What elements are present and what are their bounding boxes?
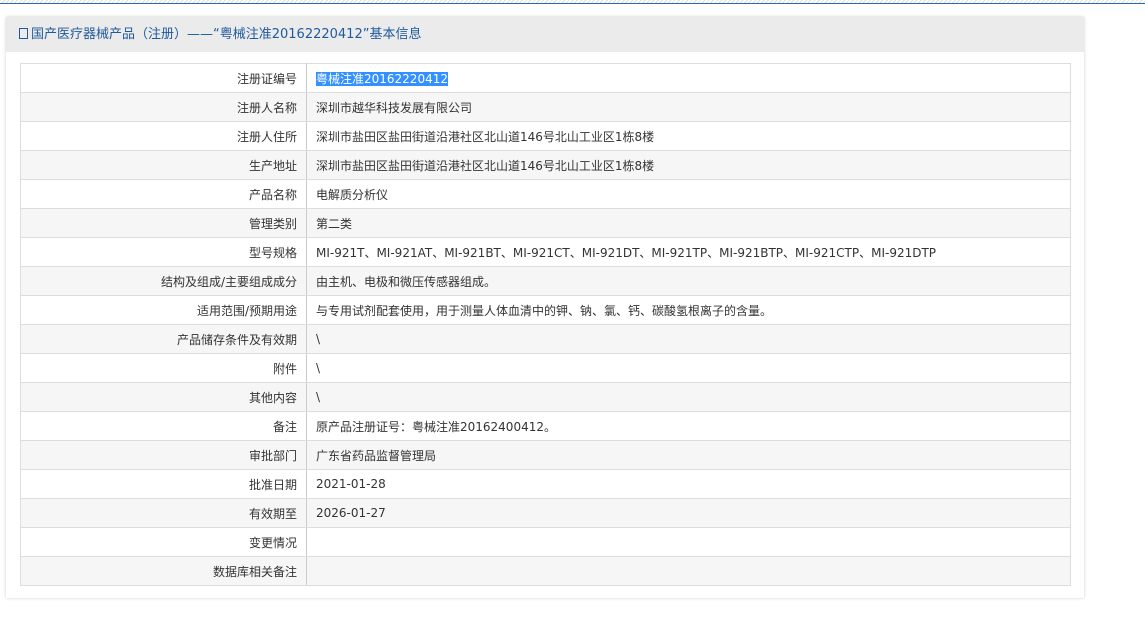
table-row: 附件 \	[20, 353, 1071, 383]
field-value: 电解质分析仪	[306, 179, 1071, 209]
field-value-text: \	[316, 361, 321, 375]
table-row: 数据库相关备注	[20, 556, 1071, 586]
field-value: \	[306, 353, 1071, 383]
info-table: 注册证编号 粤械注准20162220412 注册人名称 深圳市越华科技发展有限公司 注册…	[20, 63, 1071, 586]
field-value: 深圳市盐田区盐田街道沿港社区北山道146号北山工业区1栋8楼	[306, 121, 1071, 151]
field-label: 产品储存条件及有效期	[20, 324, 307, 354]
field-value: 2026-01-27	[306, 498, 1071, 528]
field-value-text: \	[316, 390, 321, 404]
table-row: 产品储存条件及有效期 \	[20, 324, 1071, 354]
field-value: 2021-01-28	[306, 469, 1071, 499]
field-value-text: 深圳市盐田区盐田街道沿港社区北山道146号北山工业区1栋8楼	[316, 158, 655, 173]
field-label: 有效期至	[20, 498, 307, 528]
field-label: 注册人名称	[20, 92, 307, 122]
table-row: 注册证编号 粤械注准20162220412	[20, 63, 1071, 93]
field-label: 数据库相关备注	[20, 556, 307, 586]
field-value-text: 2021-01-28	[316, 477, 386, 491]
field-value-text: MI-921T、MI-921AT、MI-921BT、MI-921CT、MI-92…	[316, 245, 937, 260]
table-row: 有效期至 2026-01-27	[20, 498, 1071, 528]
table-row: 其他内容 \	[20, 382, 1071, 412]
field-value-text: 2026-01-27	[316, 506, 386, 520]
field-label: 适用范围/预期用途	[20, 295, 307, 325]
field-label: 备注	[20, 411, 307, 441]
field-value: 原产品注册证号：粤械注准20162400412。	[306, 411, 1071, 441]
field-value-text: 粤械注准20162220412	[316, 71, 448, 86]
field-value: 广东省药品监督管理局	[306, 440, 1071, 470]
field-value: \	[306, 382, 1071, 412]
table-row: 结构及组成/主要组成成分 由主机、电极和微压传感器组成。	[20, 266, 1071, 296]
field-label: 型号规格	[20, 237, 307, 267]
table-row: 产品名称 电解质分析仪	[20, 179, 1071, 209]
field-label: 注册人住所	[20, 121, 307, 151]
table-row: 型号规格 MI-921T、MI-921AT、MI-921BT、MI-921CT、M…	[20, 237, 1071, 267]
info-card: 国产医疗器械产品（注册）——“粤械注准20162220412”基本信息 注册证编…	[6, 17, 1084, 598]
page-title: 国产医疗器械产品（注册）——“粤械注准20162220412”基本信息	[31, 27, 422, 42]
field-label: 产品名称	[20, 179, 307, 209]
field-label: 批准日期	[20, 469, 307, 499]
table-row: 备注 原产品注册证号：粤械注准20162400412。	[20, 411, 1071, 441]
field-label: 管理类别	[20, 208, 307, 238]
field-value-text: 广东省药品监督管理局	[316, 448, 437, 463]
field-value-text: 深圳市越华科技发展有限公司	[316, 100, 473, 115]
field-value	[306, 527, 1071, 557]
field-label: 注册证编号	[20, 63, 307, 93]
table-row: 注册人名称 深圳市越华科技发展有限公司	[20, 92, 1071, 122]
field-label: 审批部门	[20, 440, 307, 470]
field-label: 其他内容	[20, 382, 307, 412]
field-value-text: 电解质分析仪	[316, 187, 389, 202]
card-header: 国产医疗器械产品（注册）——“粤械注准20162220412”基本信息	[6, 17, 1084, 52]
field-label: 结构及组成/主要组成成分	[20, 266, 307, 296]
top-divider	[0, 0, 1145, 4]
field-value: 深圳市盐田区盐田街道沿港社区北山道146号北山工业区1栋8楼	[306, 150, 1071, 180]
field-value: MI-921T、MI-921AT、MI-921BT、MI-921CT、MI-92…	[306, 237, 1071, 267]
field-value-text: 第二类	[316, 216, 353, 231]
field-value: 粤械注准20162220412	[306, 63, 1071, 93]
field-value: 深圳市越华科技发展有限公司	[306, 92, 1071, 122]
field-value: \	[306, 324, 1071, 354]
table-row: 适用范围/预期用途 与专用试剂配套使用，用于测量人体血清中的钾、钠、氯、钙、碳酸氢…	[20, 295, 1071, 325]
field-value-text: 由主机、电极和微压传感器组成。	[316, 274, 497, 289]
field-value: 第二类	[306, 208, 1071, 238]
table-row: 生产地址 深圳市盐田区盐田街道沿港社区北山道146号北山工业区1栋8楼	[20, 150, 1071, 180]
field-label: 变更情况	[20, 527, 307, 557]
field-value: 由主机、电极和微压传感器组成。	[306, 266, 1071, 296]
field-label: 生产地址	[20, 150, 307, 180]
field-value-text: 原产品注册证号：粤械注准20162400412。	[316, 419, 556, 434]
field-value-text: 与专用试剂配套使用，用于测量人体血清中的钾、钠、氯、钙、碳酸氢根离子的含量。	[316, 303, 773, 318]
document-icon	[19, 28, 28, 39]
table-row: 注册人住所 深圳市盐田区盐田街道沿港社区北山道146号北山工业区1栋8楼	[20, 121, 1071, 151]
table-row: 批准日期 2021-01-28	[20, 469, 1071, 499]
table-row: 审批部门 广东省药品监督管理局	[20, 440, 1071, 470]
field-value: 与专用试剂配套使用，用于测量人体血清中的钾、钠、氯、钙、碳酸氢根离子的含量。	[306, 295, 1071, 325]
field-value-text: 深圳市盐田区盐田街道沿港社区北山道146号北山工业区1栋8楼	[316, 129, 655, 144]
table-row: 管理类别 第二类	[20, 208, 1071, 238]
field-value-text: \	[316, 332, 321, 346]
field-value	[306, 556, 1071, 586]
field-label: 附件	[20, 353, 307, 383]
table-row: 变更情况	[20, 527, 1071, 557]
